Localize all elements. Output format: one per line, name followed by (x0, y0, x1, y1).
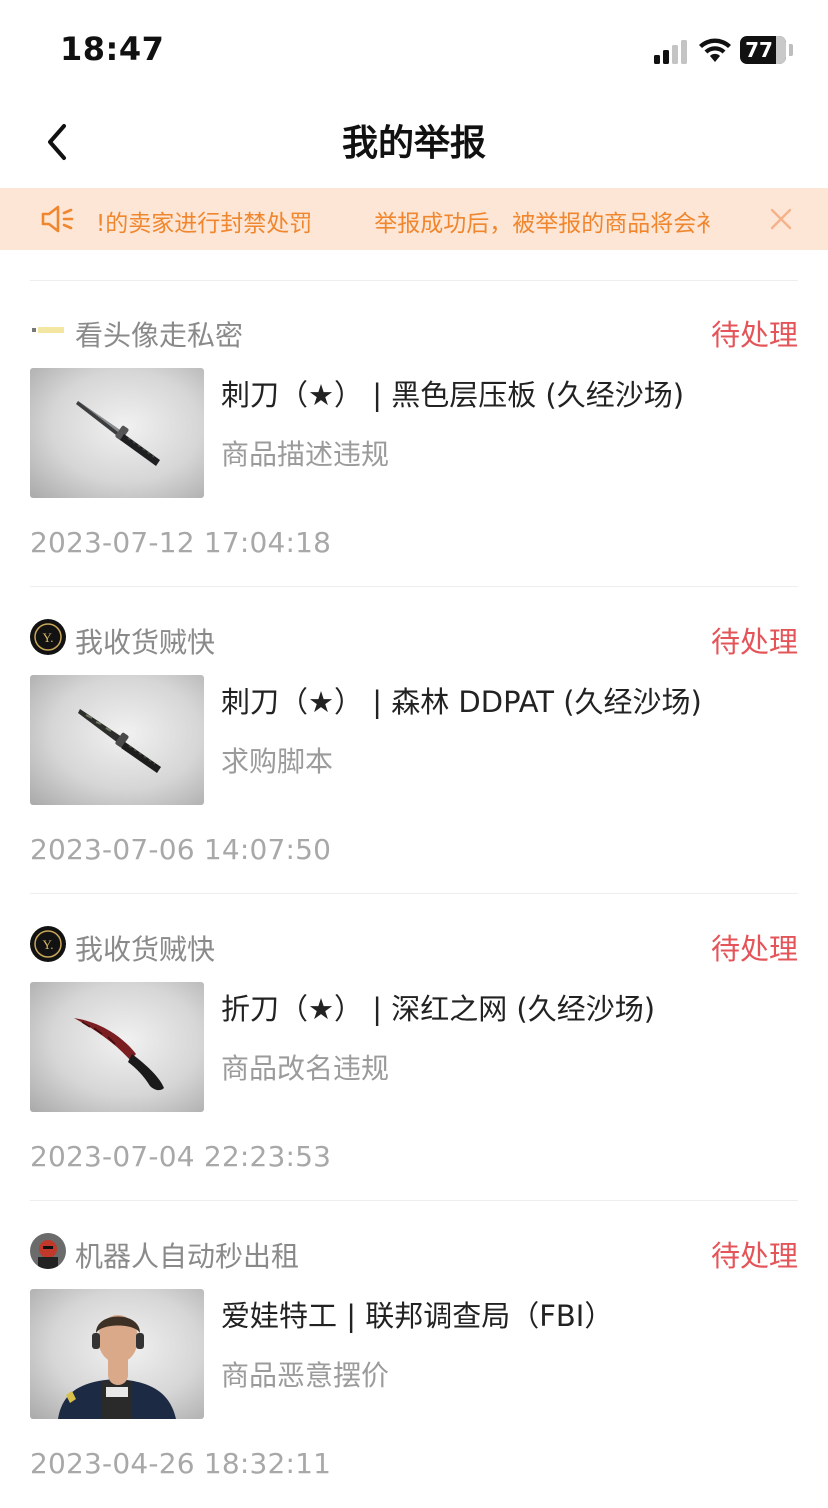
seller-row: 机器人自动秒出租 待处理 (30, 1229, 798, 1277)
seller-name: 我收货贼快 (75, 933, 216, 966)
status-badge: 待处理 (710, 932, 798, 966)
wifi-icon (699, 38, 731, 62)
nav-bar: 我的举报 (0, 96, 828, 188)
notice-banner: !的卖家进行封禁处罚 举报成功后，被举报的商品将会衤 (0, 188, 828, 250)
agent-portrait-icon (58, 1315, 176, 1419)
item-name: 爱娃特工 | 联邦调查局（FBI） (221, 1299, 614, 1333)
svg-text:Y.: Y. (43, 937, 54, 952)
battery-level: 77 (745, 38, 773, 62)
status-bar: 18:47 77 (0, 0, 828, 96)
report-reason: 商品恶意摆价 (221, 1359, 390, 1392)
report-reason: 商品描述违规 (221, 438, 390, 471)
flip-knife-icon (74, 1018, 164, 1091)
seller-avatar: Y. (30, 619, 66, 655)
notice-marquee: !的卖家进行封禁处罚 举报成功后，被举报的商品将会衤 (96, 188, 748, 250)
report-date: 2023-07-12 17:04:18 (30, 526, 332, 559)
seller-avatar: Y. (30, 926, 66, 962)
item-thumbnail (30, 675, 204, 805)
item-name: 折刀（★） | 深红之网 (久经沙场) (221, 992, 656, 1026)
bayonet-knife-icon (78, 709, 161, 773)
item-thumbnail (30, 1289, 204, 1419)
svg-text:Y.: Y. (43, 630, 54, 645)
seller-row: Y. 我收货贼快 待处理 (30, 922, 798, 970)
report-date: 2023-07-06 14:07:50 (30, 833, 332, 866)
status-time: 18:47 (60, 30, 165, 68)
item-name: 刺刀（★） | 森林 DDPAT (久经沙场) (221, 685, 702, 719)
seller-avatar (30, 312, 66, 348)
item-thumbnail (30, 368, 204, 498)
close-icon[interactable] (766, 204, 796, 234)
battery-icon: 77 (740, 36, 786, 64)
report-reason: 商品改名违规 (221, 1052, 390, 1085)
status-badge: 待处理 (710, 318, 798, 352)
battery-nub (789, 44, 793, 56)
notice-text-segment: 举报成功后，被举报的商品将会衤 (374, 211, 720, 237)
seller-name: 看头像走私密 (75, 319, 244, 352)
speaker-icon (41, 205, 74, 233)
status-badge: 待处理 (710, 625, 798, 659)
seller-name: 我收货贼快 (75, 626, 216, 659)
report-reason: 求购脚本 (221, 745, 334, 778)
item-thumbnail (30, 982, 204, 1112)
report-date: 2023-07-04 22:23:53 (30, 1140, 332, 1173)
seller-avatar (30, 1233, 66, 1269)
cellular-signal-icon (654, 38, 690, 64)
report-date: 2023-04-26 18:32:11 (30, 1447, 332, 1480)
bayonet-knife-icon (76, 401, 160, 466)
seller-row: Y. 我收货贼快 待处理 (30, 615, 798, 663)
notice-text-segment: !的卖家进行封禁处罚 (96, 211, 313, 237)
status-badge: 待处理 (710, 1239, 798, 1273)
page-title: 我的举报 (341, 123, 486, 164)
report-item[interactable]: 看头像走私密 待处理 刺刀（★） | 黑色层压板 (久经沙场) 商品描述违规 2… (30, 280, 798, 587)
report-item[interactable]: Y. 我收货贼快 待处理 刺刀（★） | 森林 DDPAT (久经沙场) 求购脚… (30, 587, 798, 894)
item-name: 刺刀（★） | 黑色层压板 (久经沙场) (221, 378, 685, 412)
report-item[interactable]: Y. 我收货贼快 待处理 折刀（★） | 深红之网 (久经沙场) 商品改名违规 … (30, 894, 798, 1201)
seller-name: 机器人自动秒出租 (75, 1240, 300, 1273)
report-item[interactable]: 机器人自动秒出租 待处理 爱娃特工 | 联邦调查局（FBI） 商品恶意摆价 20… (30, 1201, 798, 1508)
seller-row: 看头像走私密 待处理 (30, 308, 798, 356)
